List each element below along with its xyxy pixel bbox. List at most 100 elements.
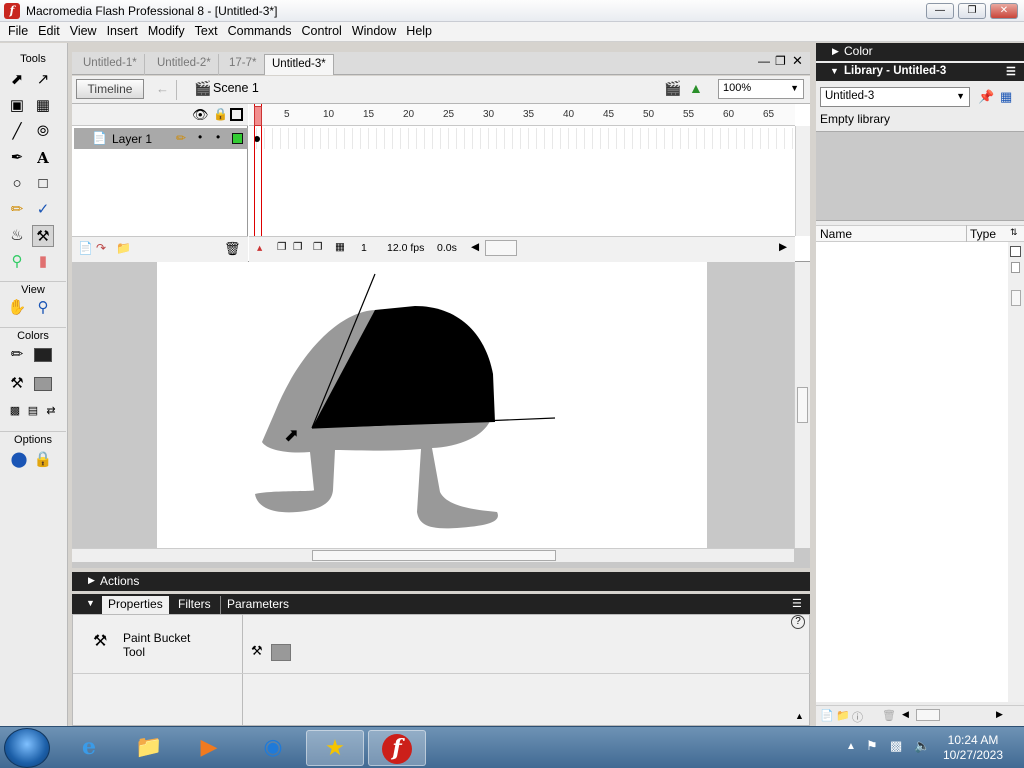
narrow-state-icon[interactable] bbox=[1011, 262, 1020, 273]
menu-modify[interactable]: Modify bbox=[143, 22, 190, 38]
modify-markers-icon[interactable]: ▦ bbox=[335, 241, 345, 253]
edit-symbols-icon[interactable]: ▲ bbox=[689, 80, 703, 96]
frame-row[interactable] bbox=[249, 128, 795, 149]
playhead-handle[interactable] bbox=[254, 106, 262, 126]
eraser-tool-icon[interactable]: ▮ bbox=[32, 251, 54, 273]
library-panel-header[interactable]: ▼ Library - Untitled-3 ☰ bbox=[816, 63, 1024, 81]
system-clock[interactable]: 10:24 AM 10/27/2023 bbox=[938, 733, 1008, 763]
panel-menu-icon[interactable]: ☰ bbox=[1006, 65, 1016, 78]
new-folder-icon[interactable]: 📁 bbox=[836, 709, 850, 722]
stage-artwork[interactable] bbox=[157, 262, 707, 548]
menu-window[interactable]: Window bbox=[347, 22, 401, 38]
close-button[interactable]: ✕ bbox=[990, 3, 1018, 19]
sort-arrow-icon[interactable]: ⇅ bbox=[1010, 227, 1018, 238]
prop-fill-swatch[interactable] bbox=[271, 644, 291, 661]
brush-tool-icon[interactable]: ✓ bbox=[32, 199, 54, 221]
eye-icon[interactable]: 👁 bbox=[192, 107, 209, 123]
menu-control[interactable]: Control bbox=[297, 22, 347, 38]
paint-bucket-tool-icon[interactable]: ⚒ bbox=[32, 225, 54, 247]
back-arrow-icon[interactable]: ← bbox=[156, 81, 169, 96]
zoom-select[interactable]: 100% ▼ bbox=[718, 79, 804, 99]
minimize-button[interactable]: — bbox=[926, 3, 954, 19]
delete-layer-icon[interactable]: 🗑 bbox=[224, 241, 241, 257]
timeline-toggle-button[interactable]: Timeline bbox=[76, 79, 144, 99]
doc-restore-icon[interactable]: ❐ bbox=[775, 54, 786, 68]
stage-vscrollbar[interactable] bbox=[794, 262, 810, 548]
lock-fill-icon[interactable]: 🔒 bbox=[32, 449, 54, 471]
resize-arrow-icon[interactable]: ▲ bbox=[795, 711, 804, 721]
scroll-right-icon[interactable]: ▶ bbox=[779, 241, 787, 253]
menu-insert[interactable]: Insert bbox=[102, 22, 143, 38]
start-button[interactable] bbox=[4, 728, 50, 768]
tab-17-7[interactable]: 17-7* bbox=[222, 54, 265, 75]
panel-menu-icon[interactable]: ☰ bbox=[792, 597, 802, 610]
lock-icon[interactable]: 🔒 bbox=[213, 107, 228, 121]
file-explorer-icon[interactable]: 📁 bbox=[120, 730, 178, 766]
new-symbol-icon[interactable]: 📄 bbox=[820, 709, 834, 722]
volume-icon[interactable]: 🔈 bbox=[914, 738, 930, 754]
tab-untitled-1[interactable]: Untitled-1* bbox=[76, 54, 145, 75]
library-document-select[interactable]: Untitled-3 ▼ bbox=[820, 87, 970, 107]
action-center-icon[interactable]: ⚑ bbox=[866, 738, 878, 754]
layer-color-swatch[interactable] bbox=[232, 133, 243, 144]
onion-skin-icon[interactable]: ❐ bbox=[277, 241, 286, 253]
menu-commands[interactable]: Commands bbox=[223, 22, 297, 38]
menu-view[interactable]: View bbox=[65, 22, 102, 38]
tray-expand-icon[interactable]: ▲ bbox=[846, 741, 856, 752]
gradient-transform-tool-icon[interactable]: ▦ bbox=[32, 95, 54, 117]
new-library-panel-icon[interactable]: ▦ bbox=[1000, 89, 1012, 105]
ink-bottle-tool-icon[interactable]: ♨ bbox=[6, 225, 28, 247]
tab-untitled-3[interactable]: Untitled-3* bbox=[264, 54, 334, 75]
zoom-tool-icon[interactable]: ⚲ bbox=[32, 297, 54, 319]
subselection-tool-icon[interactable]: ↗ bbox=[32, 69, 54, 91]
library-hscroll-thumb[interactable] bbox=[916, 709, 940, 721]
library-scroll-thumb[interactable] bbox=[1011, 290, 1021, 306]
menu-help[interactable]: Help bbox=[401, 22, 437, 38]
pencil-tool-icon[interactable]: ✏ bbox=[6, 199, 28, 221]
stage-hscroll-thumb[interactable] bbox=[312, 550, 556, 561]
flash-app-icon[interactable]: f bbox=[4, 3, 20, 19]
stage[interactable] bbox=[157, 262, 707, 548]
oval-tool-icon[interactable]: ○ bbox=[6, 173, 28, 195]
library-scrollbar[interactable] bbox=[1008, 242, 1024, 702]
doc-minimize-icon[interactable]: — bbox=[758, 54, 770, 68]
library-item-list[interactable] bbox=[816, 242, 1008, 702]
menu-text[interactable]: Text bbox=[190, 22, 223, 38]
scroll-left-icon[interactable]: ◀ bbox=[902, 709, 909, 720]
onion-outline-icon[interactable]: ❐ bbox=[293, 241, 302, 253]
media-player-icon[interactable]: ▶ bbox=[180, 730, 238, 766]
pen-tool-icon[interactable]: ✒ bbox=[6, 147, 28, 169]
lasso-tool-icon[interactable]: ⦾ bbox=[32, 121, 54, 143]
stage-hscrollbar[interactable] bbox=[72, 548, 794, 562]
rectangle-tool-icon[interactable]: □ bbox=[32, 173, 54, 195]
text-tool-icon[interactable]: A bbox=[32, 147, 54, 169]
line-tool-icon[interactable]: ╱ bbox=[6, 121, 28, 143]
tab-untitled-2[interactable]: Untitled-2* bbox=[150, 54, 219, 75]
properties-icon[interactable]: ⓘ bbox=[852, 709, 863, 725]
col-type[interactable]: Type bbox=[970, 227, 996, 241]
restore-button[interactable]: ❐ bbox=[958, 3, 986, 19]
menu-edit[interactable]: Edit bbox=[33, 22, 65, 38]
network-icon[interactable]: ▩ bbox=[890, 738, 902, 754]
tab-filters[interactable]: Filters bbox=[172, 596, 217, 614]
color-panel-header[interactable]: ▶ Color bbox=[816, 43, 1024, 61]
help-icon[interactable]: ? bbox=[791, 615, 805, 629]
stage-area[interactable]: ⬈ bbox=[72, 262, 810, 568]
stroke-color-swatch[interactable] bbox=[34, 348, 52, 362]
wide-state-icon[interactable] bbox=[1010, 246, 1021, 257]
scroll-left-icon[interactable]: ◀ bbox=[471, 241, 479, 253]
eyedropper-tool-icon[interactable]: ⚲ bbox=[6, 251, 28, 273]
internet-explorer-icon[interactable]: e bbox=[60, 730, 118, 766]
pin-library-icon[interactable]: 📌 bbox=[978, 89, 994, 105]
center-frame-icon[interactable]: ▴ bbox=[257, 242, 262, 254]
gap-size-icon[interactable]: ⬤ bbox=[8, 449, 30, 471]
chrome-icon[interactable]: ◉ bbox=[244, 730, 302, 766]
menu-file[interactable]: File bbox=[0, 22, 33, 38]
timeline-scrollbar[interactable] bbox=[795, 126, 810, 236]
hand-tool-icon[interactable]: ✋ bbox=[6, 297, 28, 319]
stage-vscroll-thumb[interactable] bbox=[797, 387, 808, 423]
add-motion-guide-icon[interactable]: ↷ bbox=[96, 241, 106, 255]
collapse-arrow-icon[interactable]: ▼ bbox=[86, 598, 95, 608]
edit-multiple-frames-icon[interactable]: ❐ bbox=[313, 241, 322, 253]
scroll-right-icon[interactable]: ▶ bbox=[996, 709, 1003, 720]
